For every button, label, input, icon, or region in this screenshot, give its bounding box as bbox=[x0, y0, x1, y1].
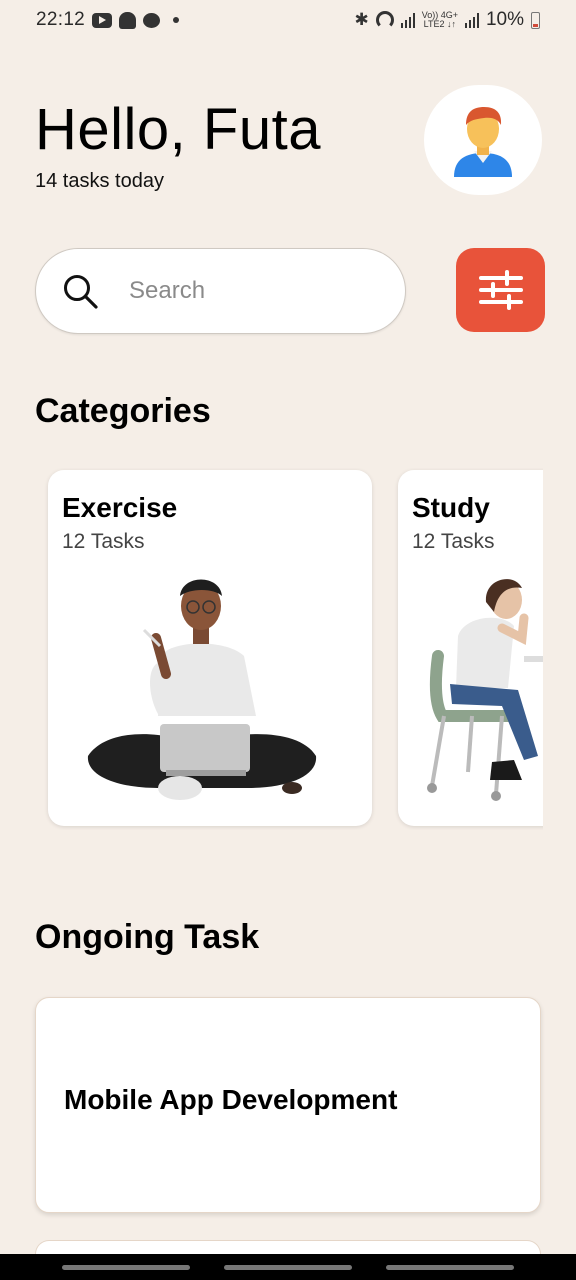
search-bar[interactable] bbox=[35, 248, 406, 334]
status-left: 22:12 bbox=[36, 9, 180, 31]
person-with-laptop-illustration bbox=[87, 579, 317, 800]
nav-home-button[interactable] bbox=[224, 1265, 352, 1270]
battery-icon bbox=[531, 11, 540, 29]
category-card-exercise[interactable]: Exercise 12 Tasks bbox=[48, 470, 372, 826]
network-type-bottom: LTE2 ↓↑ bbox=[423, 19, 456, 29]
app-screen: 22:12 ✱ Vo)) 4G+ LTE2 ↓↑ 10% Hello, Futa… bbox=[0, 0, 576, 1280]
categories-carousel[interactable]: Exercise 12 Tasks Study 12 Tasks bbox=[0, 468, 543, 830]
greeting-title: Hello, Futa bbox=[35, 97, 321, 162]
nav-back-button[interactable] bbox=[386, 1265, 514, 1270]
user-avatar-icon bbox=[454, 107, 512, 177]
chat-notification-icon bbox=[143, 12, 161, 28]
ongoing-task-card[interactable]: Mobile App Development bbox=[35, 997, 541, 1213]
category-name: Study bbox=[412, 492, 490, 523]
status-bar: 22:12 ✱ Vo)) 4G+ LTE2 ↓↑ 10% bbox=[0, 0, 576, 44]
more-notifications-icon bbox=[173, 17, 180, 23]
task-name: Mobile App Development bbox=[64, 1084, 398, 1115]
profile-avatar-button[interactable] bbox=[424, 85, 542, 195]
ongoing-task-title: Ongoing Task bbox=[35, 918, 260, 956]
category-card-study[interactable]: Study 12 Tasks bbox=[398, 470, 543, 826]
sliders-icon bbox=[478, 270, 523, 310]
category-count: 12 Tasks bbox=[62, 530, 145, 553]
hotspot-icon bbox=[375, 11, 394, 29]
youtube-notification-icon bbox=[92, 12, 113, 28]
system-nav-bar bbox=[0, 1254, 576, 1280]
status-time: 22:12 bbox=[36, 9, 86, 30]
snapchat-notification-icon bbox=[119, 11, 137, 29]
filter-button[interactable] bbox=[456, 248, 545, 332]
category-name: Exercise bbox=[62, 492, 178, 523]
network-type-text: Vo)) 4G+ LTE2 ↓↑ bbox=[422, 11, 458, 29]
status-right: ✱ Vo)) 4G+ LTE2 ↓↑ 10% bbox=[354, 9, 540, 31]
person-at-desk-illustration bbox=[427, 579, 543, 801]
bluetooth-icon: ✱ bbox=[354, 10, 369, 29]
signal-2-icon bbox=[464, 12, 479, 28]
categories-title: Categories bbox=[35, 392, 211, 430]
category-count: 12 Tasks bbox=[412, 530, 495, 553]
signal-1-icon bbox=[400, 12, 415, 28]
battery-percent: 10% bbox=[485, 9, 524, 30]
tasks-today-text: 14 tasks today bbox=[35, 170, 164, 192]
search-icon[interactable] bbox=[62, 273, 100, 311]
search-input[interactable] bbox=[129, 271, 379, 311]
nav-recents-button[interactable] bbox=[62, 1265, 190, 1270]
